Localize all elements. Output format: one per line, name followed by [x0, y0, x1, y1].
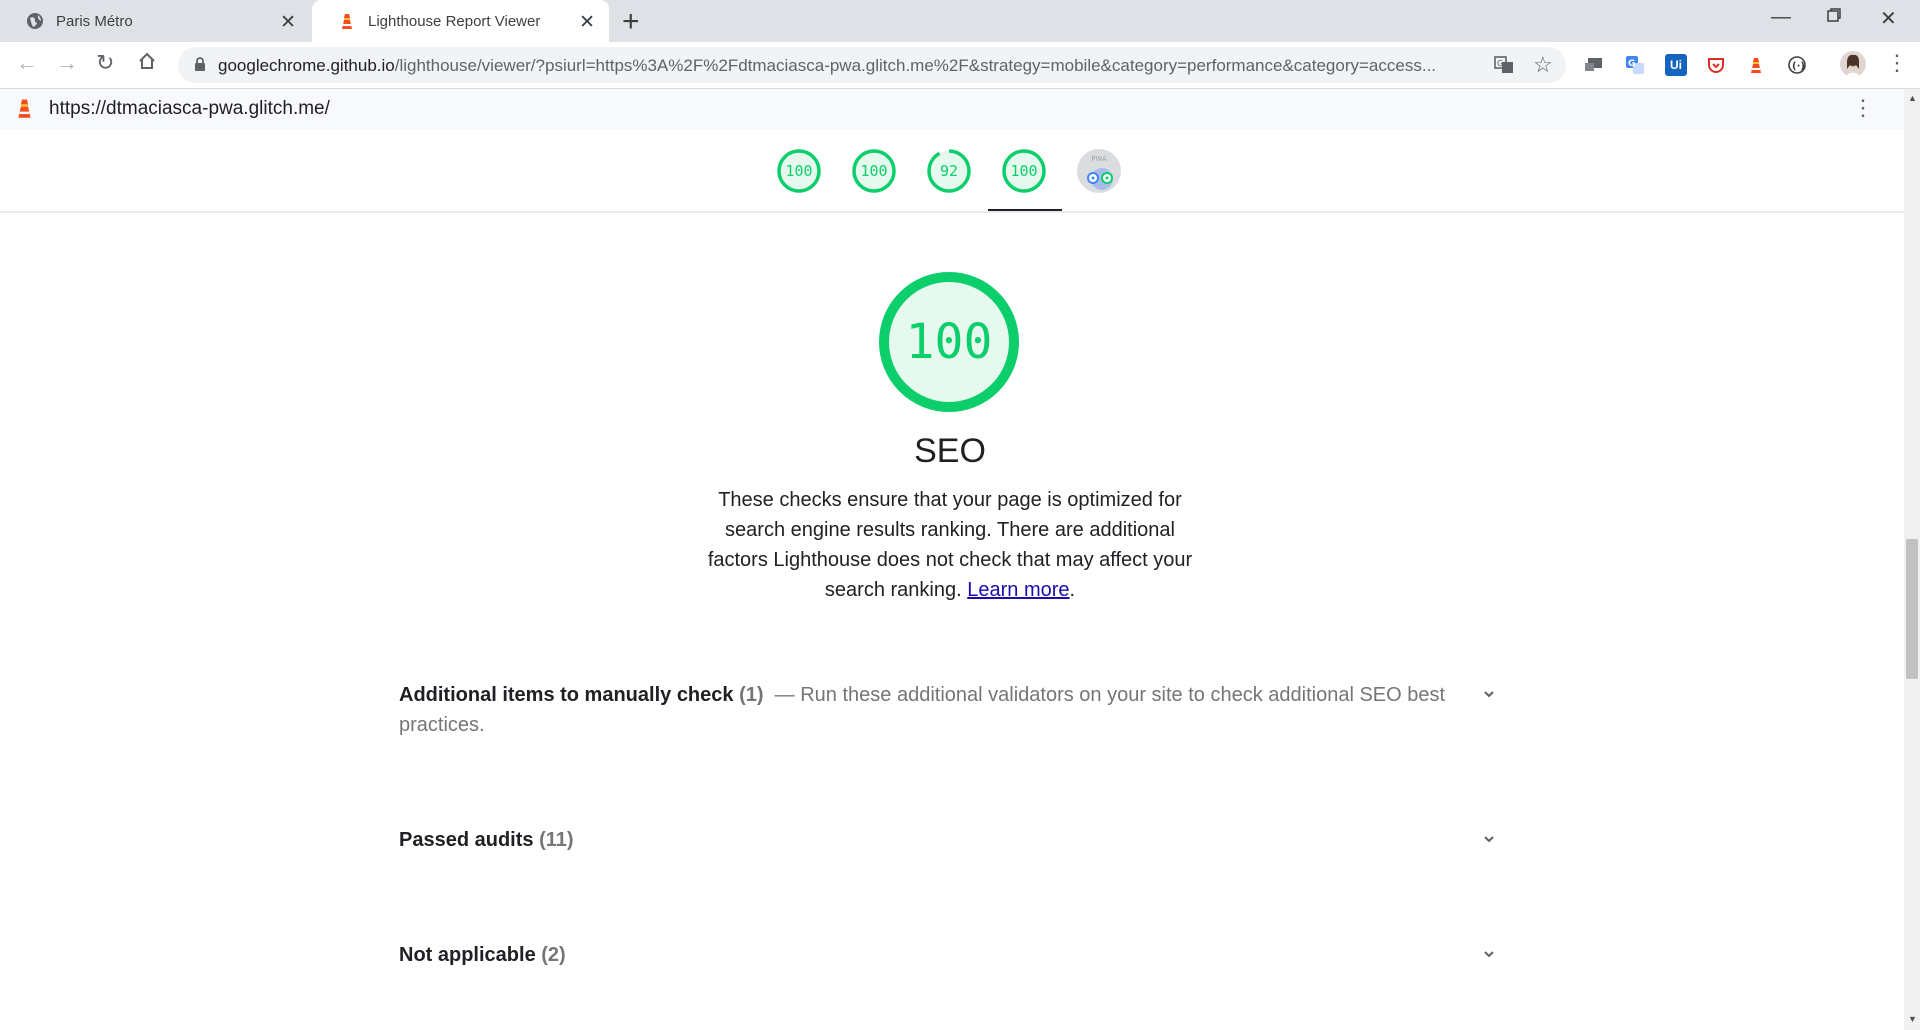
scroll-down-icon[interactable]: ▼: [1908, 1014, 1917, 1024]
audit-group-manual[interactable]: Additional items to manually check (1) —…: [399, 680, 1503, 740]
svg-text:(·): (·): [1792, 61, 1805, 72]
seo-gauge[interactable]: 100: [1001, 148, 1047, 194]
chevron-down-icon[interactable]: [1479, 829, 1499, 849]
group-title: Additional items to manually check: [399, 684, 734, 706]
lock-icon[interactable]: [194, 57, 206, 77]
group-count: (1): [739, 684, 764, 706]
back-icon[interactable]: ←: [16, 50, 38, 76]
tab-lighthouse-report-viewer[interactable]: Lighthouse Report Viewer ✕: [312, 0, 609, 42]
best-practices-gauge[interactable]: 92: [926, 148, 972, 194]
forward-icon[interactable]: →: [56, 50, 78, 76]
minimize-icon[interactable]: —: [1771, 6, 1791, 29]
score-gauges-header: 100 100 92 100 PWA: [0, 129, 1904, 213]
google-translate-extension-icon[interactable]: G: [1624, 54, 1646, 76]
category-score: 100: [905, 314, 993, 370]
url-text: googlechrome.github.io/lighthouse/viewer…: [218, 56, 1437, 75]
bookmark-star-icon[interactable]: ☆: [1533, 52, 1553, 78]
accessibility-gauge[interactable]: 100: [851, 148, 897, 194]
scroll-thumb[interactable]: [1906, 539, 1918, 679]
profile-avatar[interactable]: [1840, 51, 1866, 77]
ui-extension-icon[interactable]: Ui: [1665, 54, 1687, 76]
svg-text:G: G: [1628, 59, 1635, 69]
lighthouse-extension-icon[interactable]: [1745, 54, 1767, 76]
seo-score-gauge: 100: [877, 270, 1021, 414]
category-description: These checks ensure that your page is op…: [707, 489, 1193, 601]
learn-more-link[interactable]: Learn more: [967, 579, 1069, 601]
lighthouse-topbar: https://dtmaciasca-pwa.glitch.me/ ⋮: [0, 89, 1904, 129]
reload-icon[interactable]: ↻: [96, 50, 114, 76]
close-tab-icon[interactable]: ✕: [280, 11, 296, 34]
close-window-icon[interactable]: ✕: [1880, 6, 1897, 31]
category-title: SEO: [914, 432, 986, 470]
group-count: (11): [539, 829, 574, 851]
pocket-extension-icon[interactable]: [1705, 54, 1727, 76]
address-bar[interactable]: googlechrome.github.io/lighthouse/viewer…: [178, 47, 1566, 83]
extension-icon[interactable]: (·): [1786, 54, 1808, 76]
scroll-up-icon[interactable]: ▲: [1908, 93, 1917, 103]
report-url[interactable]: https://dtmaciasca-pwa.glitch.me/: [49, 98, 330, 120]
group-count: (2): [541, 944, 566, 966]
chevron-down-icon[interactable]: [1479, 944, 1499, 964]
lighthouse-icon: [338, 12, 356, 30]
pwa-badge[interactable]: PWA: [1076, 148, 1122, 194]
chevron-down-icon[interactable]: [1479, 684, 1499, 704]
close-tab-icon[interactable]: ✕: [579, 11, 595, 34]
gauge-score: 92: [939, 162, 959, 180]
tab-title: Lighthouse Report Viewer: [368, 12, 541, 30]
audit-group-not-applicable[interactable]: Not applicable (2): [399, 940, 1503, 970]
lighthouse-logo-icon: [16, 97, 33, 124]
tab-title: Paris Métro: [56, 12, 133, 30]
restore-icon[interactable]: [1826, 6, 1842, 29]
svg-text:G: G: [1497, 59, 1503, 68]
page-scrollbar[interactable]: ▲ ▼: [1904, 89, 1920, 1030]
tab-strip: Paris Métro ✕ Lighthouse Report Viewer ✕…: [0, 0, 1920, 42]
new-tab-button[interactable]: +: [622, 5, 640, 39]
group-title: Passed audits: [399, 829, 534, 851]
translate-icon[interactable]: G: [1494, 55, 1514, 80]
gauge-score: 100: [1010, 162, 1038, 180]
pwa-badge-label: PWA: [1091, 155, 1107, 163]
globe-icon: [26, 12, 44, 30]
group-title: Not applicable: [399, 944, 536, 966]
browser-toolbar: ← → ↻ googlechrome.github.io/lighthouse/…: [0, 42, 1920, 89]
cast-extension-icon[interactable]: [1583, 54, 1605, 76]
chrome-menu-icon[interactable]: ⋮: [1886, 50, 1908, 76]
audit-group-passed[interactable]: Passed audits (11): [399, 825, 1503, 855]
home-icon[interactable]: [137, 51, 157, 77]
performance-gauge[interactable]: 100: [776, 148, 822, 194]
gauge-score: 100: [860, 162, 888, 180]
active-gauge-indicator: [988, 209, 1062, 211]
tab-paris-metro[interactable]: Paris Métro ✕: [0, 0, 310, 42]
gauge-score: 100: [785, 162, 813, 180]
report-menu-icon[interactable]: ⋮: [1852, 95, 1874, 121]
